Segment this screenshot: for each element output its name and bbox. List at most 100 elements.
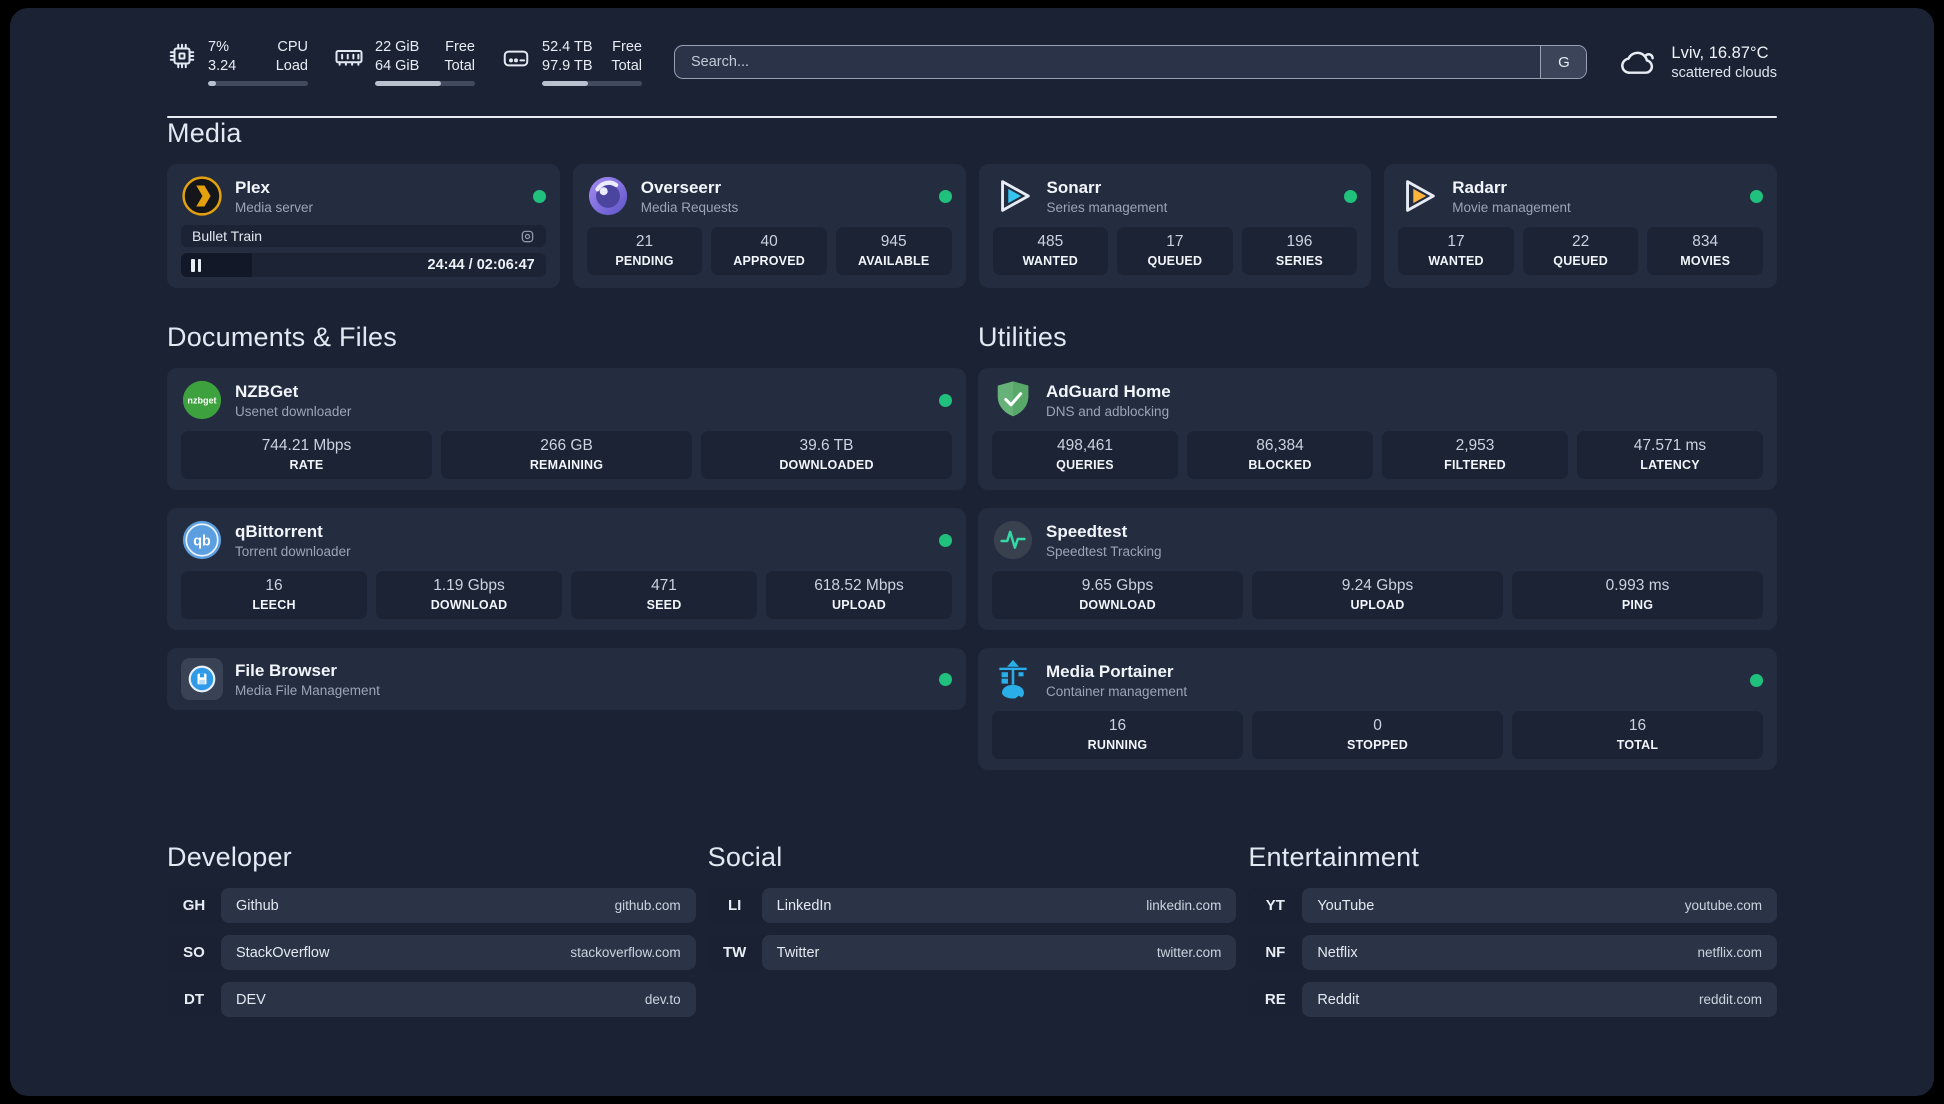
link-body: LinkedIn linkedin.com	[761, 888, 1237, 923]
weather-condition: scattered clouds	[1671, 64, 1777, 81]
app-title: qBittorrent	[235, 521, 323, 541]
portainer-titles: Media Portainer Container management	[1046, 662, 1187, 699]
qbittorrent-titles: qBittorrent Torrent downloader	[235, 522, 351, 559]
app-subtitle: DNS and adblocking	[1046, 403, 1170, 419]
cloud-icon	[1619, 43, 1657, 81]
filebrowser-card[interactable]: File Browser Media File Management	[167, 648, 966, 710]
pause-icon[interactable]	[191, 258, 201, 272]
app-title: AdGuard Home	[1046, 381, 1171, 401]
speedtest-stats: 9.65 Gbps DOWNLOAD 9.24 Gbps UPLOAD 0.993 …	[992, 571, 1763, 619]
plex-now-playing: Bullet Train 24:44 / 02:06:47	[181, 225, 546, 277]
stat-ping: 0.993 ms PING	[1512, 571, 1763, 619]
stat-approved: 40 APPROVED	[711, 227, 827, 275]
portainer-icon	[992, 659, 1034, 701]
link-dev[interactable]: DT DEV dev.to	[167, 982, 696, 1017]
nzbget-card[interactable]: nzbget NZBGet Usenet downloader 744.21 M…	[167, 368, 966, 490]
disk-total: 97.9 TB	[542, 58, 593, 74]
link-tag: GH	[182, 897, 206, 914]
link-netflix[interactable]: NF Netflix netflix.com	[1248, 935, 1777, 970]
sonarr-card[interactable]: Sonarr Series management 485 WANTED 17 QUE…	[978, 164, 1372, 288]
app-subtitle: Media server	[235, 199, 314, 215]
speedtest-card[interactable]: Speedtest Speedtest Tracking 9.65 Gbps DO…	[978, 508, 1777, 630]
link-tag: RE	[1264, 991, 1286, 1008]
stat-value: 47.571 ms	[1633, 437, 1707, 454]
stat-label: DOWNLOAD	[1079, 598, 1156, 612]
svg-text:nzbget: nzbget	[187, 395, 216, 405]
app-subtitle: Series management	[1046, 199, 1168, 215]
cpu-progress-fill	[208, 81, 216, 87]
search-input[interactable]	[675, 46, 1541, 78]
section-title-documents: Documents & Files	[167, 322, 397, 352]
cpu-widget: 7% CPU 3.24 Load	[167, 38, 308, 87]
cpu-progress-bar	[208, 81, 308, 87]
radarr-card-header: Radarr Movie management	[1398, 175, 1763, 217]
stat-value: 16	[265, 577, 283, 594]
status-dot	[939, 533, 952, 547]
qbittorrent-card[interactable]: qb qBittorrent Torrent downloader 16 LEEC…	[167, 508, 966, 630]
link-reddit[interactable]: RE Reddit reddit.com	[1248, 982, 1777, 1017]
link-url: dev.to	[644, 992, 681, 1007]
sonarr-icon	[993, 175, 1035, 217]
social-column: Social LI LinkedIn linkedin.com TW Twitt…	[707, 842, 1237, 970]
app-subtitle: Movie management	[1452, 199, 1571, 215]
portainer-card[interactable]: Media Portainer Container management 16 R…	[978, 648, 1777, 770]
app-title: Plex	[235, 177, 270, 197]
status-dot	[1750, 189, 1763, 203]
stat-wanted: 485 WANTED	[992, 227, 1109, 275]
link-name: Reddit	[1317, 991, 1360, 1008]
link-youtube[interactable]: YT YouTube youtube.com	[1248, 888, 1777, 923]
nzbget-titles: NZBGet Usenet downloader	[235, 382, 351, 419]
stat-value: 0	[1373, 717, 1382, 734]
stat-label: QUEUED	[1147, 254, 1203, 268]
memory-free: 22 GiB	[375, 38, 420, 55]
overseerr-titles: Overseerr Media Requests	[641, 178, 739, 215]
plex-icon	[181, 175, 223, 217]
adguard-stats: 498,461 QUERIES 86,384 BLOCKED 2,953 FILTER…	[992, 431, 1763, 479]
memory-progress-bar	[375, 81, 475, 87]
stat-value: 2,953	[1455, 437, 1495, 454]
disk-free: 52.4 TB	[542, 38, 593, 55]
overseerr-card[interactable]: Overseerr Media Requests 21 PENDING 40 APP…	[572, 164, 966, 288]
nzbget-stats: 744.21 Mbps RATE 266 GB REMAINING 39.6 TB D…	[181, 431, 952, 479]
radarr-card[interactable]: Radarr Movie management 17 WANTED 22 QUEUE…	[1384, 164, 1777, 288]
link-twitter[interactable]: TW Twitter twitter.com	[707, 935, 1237, 970]
nzbget-icon: nzbget	[181, 379, 223, 421]
stat-value: 498,461	[1056, 437, 1114, 454]
link-url: linkedin.com	[1146, 898, 1222, 913]
app-title: NZBGet	[235, 381, 299, 401]
app-title: Overseerr	[640, 177, 722, 197]
stat-label: DOWNLOADED	[779, 458, 874, 472]
overseerr-icon	[587, 175, 629, 217]
app-title: File Browser	[235, 660, 338, 680]
stat-label: MOVIES	[1680, 254, 1731, 268]
cpu-icon	[167, 41, 197, 71]
qbittorrent-icon: qb	[181, 519, 223, 561]
cpu-readout: 7% CPU 3.24 Load	[208, 38, 308, 87]
memory-progress-fill	[375, 81, 441, 87]
stat-label: LEECH	[252, 598, 296, 612]
stat-seed: 471 SEED	[571, 571, 757, 619]
stat-running: 16 RUNNING	[992, 711, 1243, 759]
adguard-card[interactable]: AdGuard Home DNS and adblocking 498,461 Q…	[978, 368, 1777, 490]
link-tag: SO	[183, 944, 205, 961]
session-info-icon	[521, 230, 534, 242]
stat-value: 21	[635, 233, 654, 250]
stat-value: 485	[1037, 233, 1064, 250]
adguard-icon	[992, 379, 1034, 421]
link-linkedin[interactable]: LI LinkedIn linkedin.com	[707, 888, 1237, 923]
weather-widget[interactable]: Lviv, 16.87°C scattered clouds	[1619, 43, 1777, 81]
plex-card[interactable]: Plex Media server Bullet Train 24:44 / 0…	[167, 164, 560, 288]
link-stackoverflow[interactable]: SO StackOverflow stackoverflow.com	[167, 935, 696, 970]
stat-queries: 498,461 QUERIES	[992, 431, 1178, 479]
portainer-card-header: Media Portainer Container management	[992, 659, 1763, 701]
link-github[interactable]: GH Github github.com	[167, 888, 696, 923]
stat-queued: 17 QUEUED	[1117, 227, 1233, 275]
stat-value: 22	[1571, 233, 1590, 250]
weather-location-temp: Lviv, 16.87°C	[1671, 43, 1769, 62]
link-name: StackOverflow	[236, 944, 330, 961]
search-engine-button[interactable]: G	[1540, 46, 1587, 78]
disk-progress-bar	[542, 81, 642, 87]
filebrowser-icon	[181, 658, 223, 700]
stat-value: 0.993 ms	[1605, 577, 1670, 594]
radarr-titles: Radarr Movie management	[1452, 178, 1571, 215]
